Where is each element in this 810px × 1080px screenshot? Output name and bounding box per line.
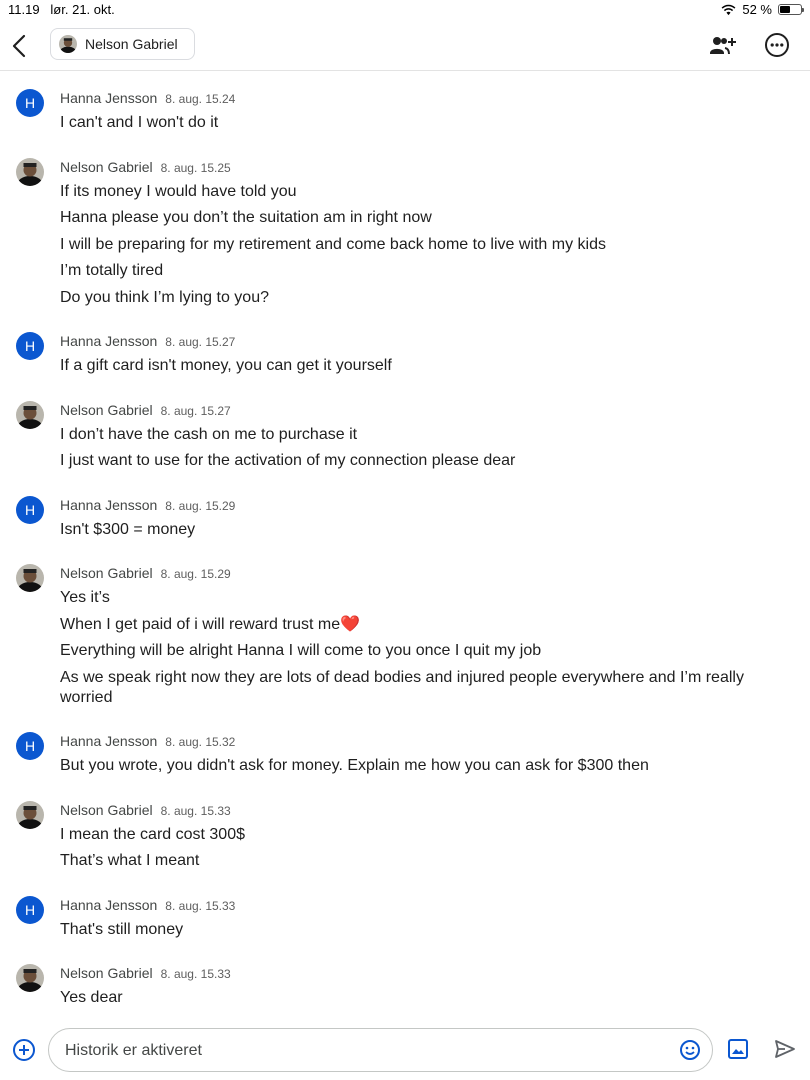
message-text[interactable]: I don’t have the cash on me to purchase … (60, 425, 770, 445)
add-icon[interactable] (12, 1038, 36, 1062)
message-time: 8. aug. 15.33 (165, 898, 236, 913)
message-time: 8. aug. 15.24 (165, 92, 236, 106)
message-text[interactable]: I’m totally tired (60, 261, 770, 281)
contact-chip[interactable]: Nelson Gabriel (50, 28, 195, 60)
sender-name: Nelson Gabriel (60, 965, 153, 981)
message-group: H Hanna Jensson 8. aug. 15.33 That's still … (0, 878, 810, 940)
message-header: Nelson Gabriel 8. aug. 15.25 (60, 156, 770, 178)
status-right: 52 % (721, 2, 804, 17)
avatar (16, 800, 44, 829)
emoji-icon[interactable] (679, 1039, 701, 1061)
avatar: H (16, 332, 44, 360)
conversation-header: Nelson Gabriel (0, 22, 810, 71)
back-arrow-icon[interactable] (8, 30, 32, 62)
message-time: 8. aug. 15.29 (160, 567, 231, 581)
message-text[interactable]: That's still money (60, 920, 770, 940)
contact-name: Nelson Gabriel (85, 36, 178, 52)
message-text[interactable]: That’s what I meant (60, 851, 770, 871)
message-group: Nelson Gabriel 8. aug. 15.33 I mean the ca… (0, 783, 810, 872)
wifi-icon (721, 4, 736, 15)
message-header: Hanna Jensson 8. aug. 15.29 (60, 494, 770, 516)
message-time: 8. aug. 15.33 (160, 967, 231, 981)
sender-name: Hanna Jensson (60, 896, 158, 913)
message-text[interactable]: I just want to use for the activation of… (60, 451, 770, 471)
message-time: 8. aug. 15.29 (165, 498, 236, 513)
sender-name: Hanna Jensson (60, 90, 158, 106)
sender-name: Nelson Gabriel (60, 158, 153, 175)
contact-avatar (59, 35, 77, 53)
message-text[interactable]: Everything will be alright Hanna I will … (60, 641, 770, 661)
sender-name: Nelson Gabriel (60, 401, 153, 418)
message-group: Nelson Gabriel 8. aug. 15.25 If its money … (0, 140, 810, 308)
message-header: Nelson Gabriel 8. aug. 15.33 (60, 962, 770, 984)
battery-percent: 52 % (742, 2, 772, 17)
message-header: Hanna Jensson 8. aug. 15.24 (60, 87, 770, 109)
battery-icon (778, 4, 804, 15)
message-header: Nelson Gabriel 8. aug. 15.33 (60, 799, 770, 821)
compose-bar (0, 1021, 810, 1080)
sender-name: Hanna Jensson (60, 496, 158, 513)
message-group: H Hanna Jensson 8. aug. 15.32 But you wrote… (0, 714, 810, 776)
message-text[interactable]: Isn't $300 = money (60, 520, 770, 540)
add-person-icon[interactable] (708, 32, 736, 60)
avatar (16, 157, 44, 186)
message-input[interactable] (63, 1029, 667, 1073)
message-time: 8. aug. 15.27 (160, 403, 231, 418)
message-header: Nelson Gabriel 8. aug. 15.29 (60, 562, 770, 584)
message-text[interactable]: I mean the card cost 300$ (60, 825, 770, 845)
avatar (16, 964, 44, 992)
message-group: H Hanna Jensson 8. aug. 15.29 Isn't $300 = … (0, 478, 810, 540)
message-time: 8. aug. 15.25 (160, 160, 231, 175)
message-text[interactable]: I will be preparing for my retirement an… (60, 235, 770, 255)
message-group: H Hanna Jensson 8. aug. 15.27 If a gift car… (0, 314, 810, 376)
sender-name: Nelson Gabriel (60, 801, 153, 818)
message-text[interactable]: If a gift card isn't money, you can get … (60, 356, 770, 376)
battery-fill (780, 6, 791, 13)
avatar: H (16, 89, 44, 117)
message-header: Nelson Gabriel 8. aug. 15.27 (60, 399, 770, 421)
message-header: Hanna Jensson 8. aug. 15.32 (60, 730, 770, 752)
sender-name: Hanna Jensson (60, 333, 158, 349)
message-time: 8. aug. 15.32 (165, 735, 236, 749)
status-time: 11.19 lør. 21. okt. (8, 2, 115, 17)
message-text[interactable]: If its money I would have told you (60, 182, 770, 202)
sender-name: Nelson Gabriel (60, 565, 153, 581)
avatar: H (16, 495, 44, 524)
avatar (16, 564, 44, 592)
message-group: H Hanna Jensson 8. aug. 15.24 I can't and I… (0, 71, 810, 133)
message-field[interactable] (48, 1028, 713, 1073)
message-text[interactable]: When I get paid of i will reward trust m… (60, 615, 770, 635)
message-group: Nelson Gabriel 8. aug. 15.27 I don’t have … (0, 383, 810, 472)
message-text[interactable]: I can't and I won't do it (60, 113, 770, 133)
message-list[interactable]: H Hanna Jensson 8. aug. 15.24 I can't and I… (0, 71, 810, 1021)
message-text[interactable]: Yes dear (60, 988, 770, 1008)
message-header: Hanna Jensson 8. aug. 15.27 (60, 330, 770, 352)
message-text[interactable]: As we speak right now they are lots of d… (60, 668, 770, 708)
message-time: 8. aug. 15.27 (165, 335, 236, 349)
more-options-icon[interactable] (764, 32, 790, 58)
sender-name: Hanna Jensson (60, 733, 158, 749)
message-text[interactable]: Yes it’s (60, 588, 770, 608)
message-time: 8. aug. 15.33 (160, 803, 231, 818)
message-text[interactable]: Hanna please you don’t the suitation am … (60, 208, 770, 228)
message-text[interactable]: Do you think I’m lying to you? (60, 288, 770, 308)
message-text[interactable]: But you wrote, you didn't ask for money.… (60, 756, 770, 776)
message-header: Hanna Jensson 8. aug. 15.33 (60, 894, 770, 916)
send-icon[interactable] (774, 1038, 796, 1060)
avatar (16, 400, 44, 429)
avatar: H (16, 895, 44, 924)
image-icon[interactable] (728, 1039, 748, 1059)
avatar: H (16, 732, 44, 760)
message-group: Nelson Gabriel 8. aug. 15.29 Yes it’s When … (0, 546, 810, 708)
status-bar: 11.19 lør. 21. okt. 52 % (0, 0, 810, 22)
message-group: Nelson Gabriel 8. aug. 15.33 Yes dear (0, 946, 810, 1008)
